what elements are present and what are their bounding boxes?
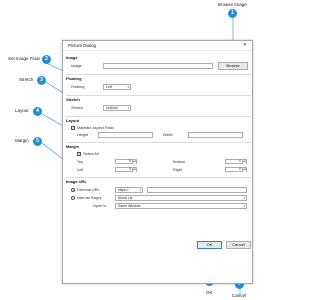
margin-bottom-value: 0 — [239, 159, 241, 163]
callout-badge-3: 3 — [37, 76, 46, 85]
margin-left-stepper[interactable]: 0 ▴▾ — [115, 167, 137, 172]
maintain-aspect-checkbox[interactable]: ✓ — [71, 126, 75, 130]
callout-label-margin: Margin — [15, 138, 29, 143]
image-path-field[interactable] — [103, 63, 213, 69]
browse-button[interactable]: Browse — [218, 62, 248, 70]
stepper-arrows-icon[interactable]: ▴▾ — [132, 168, 136, 172]
margin-top-label: Top — [77, 160, 84, 164]
dialog-title: Picture Dialog — [68, 43, 97, 48]
margin-right-label: Right — [173, 168, 182, 172]
width-field[interactable] — [188, 132, 243, 138]
floating-select[interactable]: Left ▾ — [103, 84, 131, 90]
internal-pages-select[interactable]: About Us ▾ — [115, 195, 247, 201]
chevron-down-icon: ▾ — [243, 204, 245, 208]
callout-badge-4: 4 — [33, 107, 42, 116]
image-label: Image — [71, 64, 82, 68]
callout-label-layout: Layout — [15, 108, 29, 113]
dialog-titlebar: Picture Dialog ✕ — [63, 41, 252, 51]
callout-label-ok: OK — [206, 290, 213, 295]
internal-pages-radio[interactable] — [71, 196, 75, 200]
chevron-down-icon: ▾ — [127, 85, 129, 89]
section-margin-heading: Margin — [66, 144, 80, 149]
internal-pages-label: Internal Pages — [77, 196, 102, 200]
callout-badge-2: 2 — [42, 55, 51, 64]
callout-label-set-image-float: Set Image Float — [8, 56, 40, 61]
protocol-select[interactable]: https:// ▾ — [115, 187, 143, 193]
external-url-radio[interactable] — [71, 188, 75, 192]
close-icon[interactable]: ✕ — [243, 43, 247, 48]
ok-button[interactable]: OK — [197, 241, 222, 249]
callout-label-stretch: Stretch — [19, 77, 34, 82]
margin-bottom-stepper[interactable]: 0 ▴▾ — [225, 159, 247, 164]
divider — [66, 177, 251, 178]
margin-right-stepper[interactable]: 0 ▴▾ — [225, 167, 247, 172]
stretch-select-value: Uniform — [106, 106, 119, 110]
section-stretch-heading: Stretch — [66, 97, 80, 102]
section-floating-heading: Floating — [66, 76, 82, 81]
section-layout-heading: Layout — [66, 118, 80, 123]
internal-pages-select-value: About Us — [118, 196, 133, 200]
margin-right-value: 0 — [239, 167, 241, 171]
open-in-select[interactable]: Same Window ▾ — [115, 203, 247, 209]
divider — [66, 74, 251, 75]
margin-left-label: Left — [77, 168, 84, 172]
height-field[interactable] — [98, 132, 153, 138]
chevron-down-icon: ▾ — [127, 106, 129, 110]
open-in-select-value: Same Window — [118, 204, 141, 208]
margin-left-value: 0 — [129, 167, 131, 171]
margin-top-stepper[interactable]: 0 ▴▾ — [115, 159, 137, 164]
floating-select-value: Left — [106, 85, 112, 89]
section-image-url-heading: Image URL — [66, 179, 87, 184]
stretch-label: Stretch — [71, 106, 84, 110]
cancel-button[interactable]: Cancel — [226, 241, 251, 249]
floating-label: Floating — [71, 85, 85, 89]
height-label: Height — [77, 133, 88, 137]
section-image-heading: Image — [66, 55, 78, 60]
maintain-aspect-label: Maintain Aspect Ratio — [77, 126, 114, 130]
select-all-checkbox[interactable]: ✓ — [77, 152, 81, 156]
divider — [66, 95, 251, 96]
stretch-select[interactable]: Uniform ▾ — [103, 105, 131, 111]
callout-badge-1: 1 — [228, 9, 237, 18]
select-all-label: Select All — [83, 152, 99, 156]
divider — [66, 116, 251, 117]
callout-badge-5: 5 — [33, 137, 42, 146]
callout-label-browse-image: Browse Image — [218, 2, 247, 7]
margin-bottom-label: Bottom — [173, 160, 186, 164]
divider — [66, 142, 251, 143]
stepper-arrows-icon[interactable]: ▴▾ — [242, 160, 246, 164]
stepper-arrows-icon[interactable]: ▴▾ — [242, 168, 246, 172]
protocol-select-value: https:// — [118, 188, 129, 192]
stepper-arrows-icon[interactable]: ▴▾ — [132, 160, 136, 164]
external-url-label: External URL — [77, 188, 100, 192]
chevron-down-icon: ▾ — [243, 196, 245, 200]
callout-label-cancel: Cancel — [232, 293, 247, 298]
margin-top-value: 0 — [129, 159, 131, 163]
open-in-label: Open In — [93, 204, 107, 208]
chevron-down-icon: ▾ — [139, 188, 141, 192]
picture-dialog: Picture Dialog ✕ Image Image Browse Floa… — [62, 40, 253, 284]
width-label: Width — [163, 133, 173, 137]
external-url-field[interactable] — [147, 187, 247, 193]
